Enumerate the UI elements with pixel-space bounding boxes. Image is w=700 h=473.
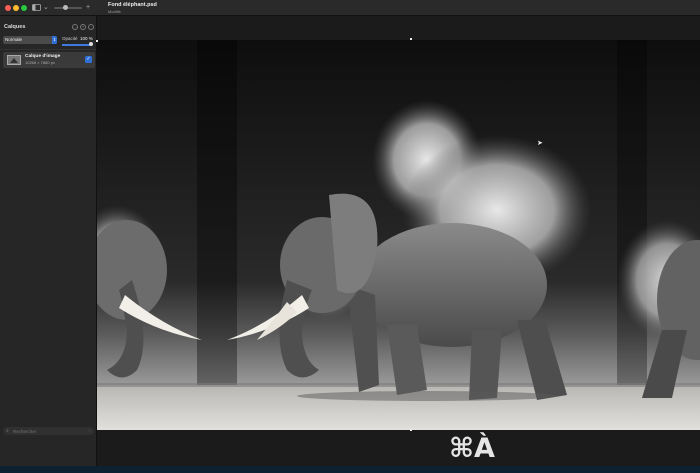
canvas-toolbar-area: [97, 16, 700, 40]
more-options-icon[interactable]: ·: [88, 24, 94, 30]
transform-handle-top[interactable]: [410, 38, 412, 40]
layers-panel-title: Calques: [4, 24, 26, 30]
image-layer-thumbnail-icon: [7, 55, 21, 65]
layers-sidebar: Calques … + · Normale ⇕ Opacité 100 % Ca…: [0, 16, 97, 466]
layer-row[interactable]: Calque d'image 10268 × 7880 px ✓: [3, 52, 95, 68]
search-input[interactable]: [13, 427, 83, 435]
keyboard-shortcut-overlay: ⌘À: [449, 433, 495, 464]
canvas-footer-area: [97, 430, 700, 466]
transform-handle-bottom[interactable]: [410, 429, 412, 431]
layer-search[interactable]: ⌕ ◌: [3, 427, 94, 435]
sidebar-toggle-icon[interactable]: [32, 4, 41, 12]
layer-visibility-checkbox[interactable]: ✓: [85, 56, 92, 63]
opacity-label: Opacité: [62, 36, 78, 41]
zoom-in-icon[interactable]: +: [86, 4, 90, 12]
chevron-updown-icon: ⇕: [52, 36, 57, 44]
zoom-slider[interactable]: [54, 7, 82, 9]
document-canvas[interactable]: [97, 40, 700, 430]
elephant-photo: [97, 40, 700, 430]
opacity-slider-knob[interactable]: [89, 42, 93, 46]
minimize-window-button[interactable]: [13, 5, 19, 11]
zoom-slider-knob[interactable]: [63, 5, 68, 10]
opacity-slider[interactable]: [62, 44, 92, 46]
layer-options-icon[interactable]: …: [72, 24, 78, 30]
opacity-value[interactable]: 100 %: [80, 36, 93, 41]
search-icon: ⌕: [6, 428, 9, 434]
pointer-cursor-icon: ➤: [537, 140, 543, 147]
zoom-window-button[interactable]: [21, 5, 27, 11]
chevron-down-icon[interactable]: ⌄: [43, 4, 49, 12]
blend-mode-select[interactable]: Normale ⇕: [3, 36, 57, 44]
divider: [0, 49, 96, 50]
desktop-dock-strip: [0, 466, 700, 473]
close-window-button[interactable]: [5, 5, 11, 11]
layer-name: Calque d'image: [25, 54, 61, 59]
filter-icon[interactable]: ◌: [88, 428, 91, 434]
title-bar: ⌄ + Fond éléphant.psd Modifié: [0, 0, 700, 16]
document-status: Modifié: [108, 9, 121, 14]
transform-handle-top-left[interactable]: [96, 40, 98, 42]
document-title: Fond éléphant.psd: [108, 2, 157, 8]
blend-mode-value: Normale: [5, 37, 23, 42]
layer-dimensions: 10268 × 7880 px: [25, 60, 55, 65]
add-layer-icon[interactable]: +: [80, 24, 86, 30]
